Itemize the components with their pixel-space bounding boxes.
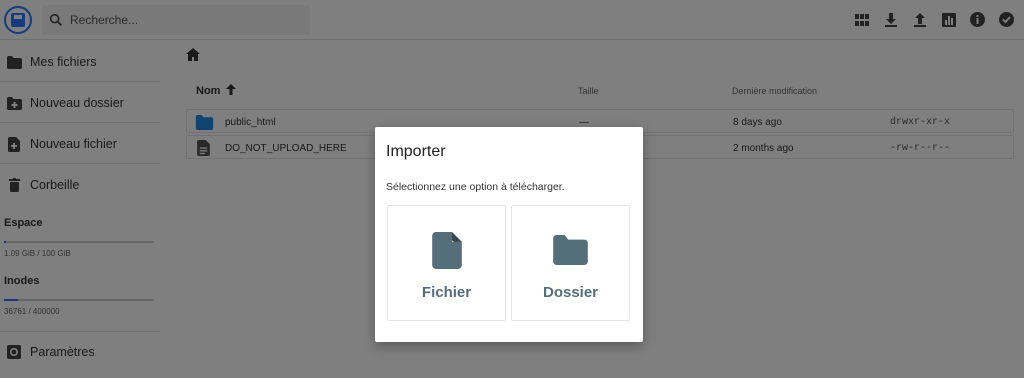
- upload-folder-button[interactable]: Dossier: [511, 205, 630, 321]
- dialog-description: Sélectionnez une option à télécharger.: [386, 181, 565, 193]
- folder-icon: [552, 232, 589, 268]
- option-label: Fichier: [421, 284, 472, 301]
- option-label: Dossier: [542, 284, 599, 301]
- upload-dialog: Importer Sélectionnez une option à téléc…: [375, 127, 643, 342]
- file-icon: [431, 231, 462, 269]
- upload-file-button[interactable]: Fichier: [387, 205, 506, 321]
- dialog-title: Importer: [386, 143, 446, 160]
